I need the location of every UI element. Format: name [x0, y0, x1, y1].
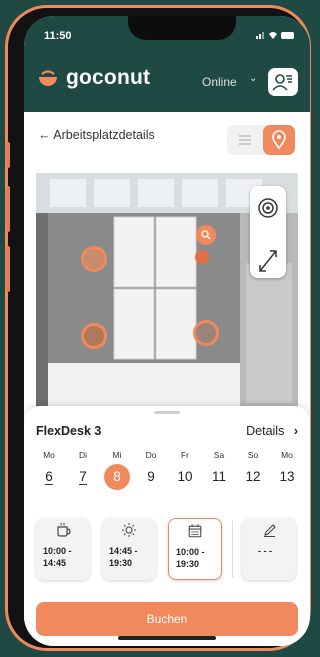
book-button[interactable]: Buchen	[36, 602, 298, 636]
status-time: 11:50	[44, 30, 72, 42]
view-toggle	[227, 125, 295, 155]
day-number-text: 9	[147, 469, 155, 484]
day-item[interactable]: Mo 6	[32, 448, 66, 490]
day-number: 6	[36, 464, 62, 490]
day-number-text: 13	[279, 469, 295, 484]
slot-divider	[232, 520, 233, 578]
coffee-icon	[57, 523, 71, 537]
app-screen: 11:50 goconut Online ⌄ ← Arbeitsplatzdet…	[24, 16, 310, 646]
pencil-icon	[264, 524, 276, 537]
slot-time-line: 10:00 -	[43, 546, 72, 556]
day-item[interactable]: Di 7	[66, 448, 100, 490]
day-picker: Mo 6 Di 7 Mi 8 Do 9 Fr 10 Sa 11 So 12 Mo…	[32, 448, 304, 490]
day-number-text: 10	[177, 469, 193, 484]
slot-time-line: 19:30	[109, 558, 133, 568]
day-label: Do	[145, 450, 157, 460]
expand-icon[interactable]	[250, 237, 286, 283]
map-view-button[interactable]	[263, 125, 295, 155]
map-controls	[250, 186, 286, 278]
day-number-text: 11	[211, 469, 226, 484]
day-item[interactable]: Sa 11	[202, 448, 236, 490]
slot-time: 10:00 - 19:30	[176, 546, 205, 570]
page-title: Arbeitsplatzdetails	[53, 128, 155, 142]
target-icon[interactable]	[250, 186, 286, 232]
day-label: Mo	[43, 450, 55, 460]
chevron-down-icon[interactable]: ⌄	[249, 73, 257, 84]
home-indicator	[118, 636, 216, 640]
slot-time-line: 10:00 -	[176, 547, 205, 557]
day-number-text: 8	[113, 469, 121, 484]
online-status-select[interactable]: Online	[202, 75, 237, 89]
chevron-right-icon: ›	[293, 424, 298, 438]
phone-side-button	[6, 186, 10, 232]
sheet-drag-handle[interactable]	[154, 411, 180, 414]
time-slot-list: 10:00 - 14:45 14:45 - 19:30 10:00 - 19:3…	[36, 518, 298, 584]
details-link[interactable]: Details ›	[246, 424, 298, 438]
day-number-text: 7	[79, 469, 87, 485]
list-view-button[interactable]	[231, 128, 259, 152]
phone-notch	[128, 16, 236, 40]
day-item[interactable]: Fr 10	[168, 448, 202, 490]
day-number-text: 6	[45, 469, 53, 485]
time-slot-afternoon[interactable]: 14:45 - 19:30	[102, 518, 156, 580]
day-label: Mi	[112, 450, 122, 460]
day-item[interactable]: Do 9	[134, 448, 168, 490]
slot-time: - - -	[258, 545, 272, 557]
slot-time-line: 14:45	[43, 558, 67, 568]
day-number: 10	[172, 464, 198, 490]
location-pin-icon	[272, 130, 286, 150]
day-item-selected[interactable]: Mi 8	[100, 448, 134, 490]
phone-side-button	[6, 142, 10, 168]
phone-side-button	[6, 246, 10, 292]
time-slot-morning[interactable]: 10:00 - 14:45	[36, 518, 90, 580]
day-item[interactable]: Mo 13	[270, 448, 304, 490]
goconut-logo-icon	[39, 70, 57, 86]
day-number: 7	[70, 464, 96, 490]
day-number: 13	[274, 464, 300, 490]
day-label: Fr	[180, 450, 190, 460]
details-label: Details	[246, 424, 285, 438]
list-icon	[239, 135, 251, 145]
arrow-left-icon: ←	[38, 128, 51, 142]
day-number: 11	[206, 464, 232, 490]
time-slot-custom[interactable]: - - -	[242, 518, 296, 580]
slot-time: 10:00 - 14:45	[43, 545, 72, 569]
booking-sheet: FlexDesk 3 Details › Mo 6 Di 7 Mi 8 Do 9	[24, 406, 310, 646]
slot-time-line: 14:45 -	[109, 546, 138, 556]
day-number: 12	[240, 464, 266, 490]
profile-menu-icon	[272, 74, 292, 91]
day-label: Mo	[281, 450, 293, 460]
slot-time: 14:45 - 19:30	[109, 545, 138, 569]
signal-wifi-battery-icon	[256, 32, 294, 39]
day-label: Sa	[213, 450, 225, 460]
sun-icon	[122, 523, 136, 537]
day-label: So	[247, 450, 259, 460]
back-link[interactable]: ← Arbeitsplatzdetails	[38, 128, 155, 142]
day-label: Di	[78, 450, 88, 460]
day-number: 9	[138, 464, 164, 490]
desk-name: FlexDesk 3	[36, 424, 102, 438]
logo-text: goconut	[66, 66, 151, 89]
slot-time-line: 19:30	[176, 559, 200, 569]
time-slot-fullday[interactable]: 10:00 - 19:30	[168, 518, 222, 580]
status-icons	[256, 30, 296, 42]
day-number-text: 12	[245, 469, 261, 484]
day-item[interactable]: So 12	[236, 448, 270, 490]
profile-menu-button[interactable]	[268, 68, 298, 96]
day-number: 8	[104, 464, 130, 490]
slot-time-line: - - -	[258, 546, 272, 556]
calendar-icon	[188, 524, 202, 538]
